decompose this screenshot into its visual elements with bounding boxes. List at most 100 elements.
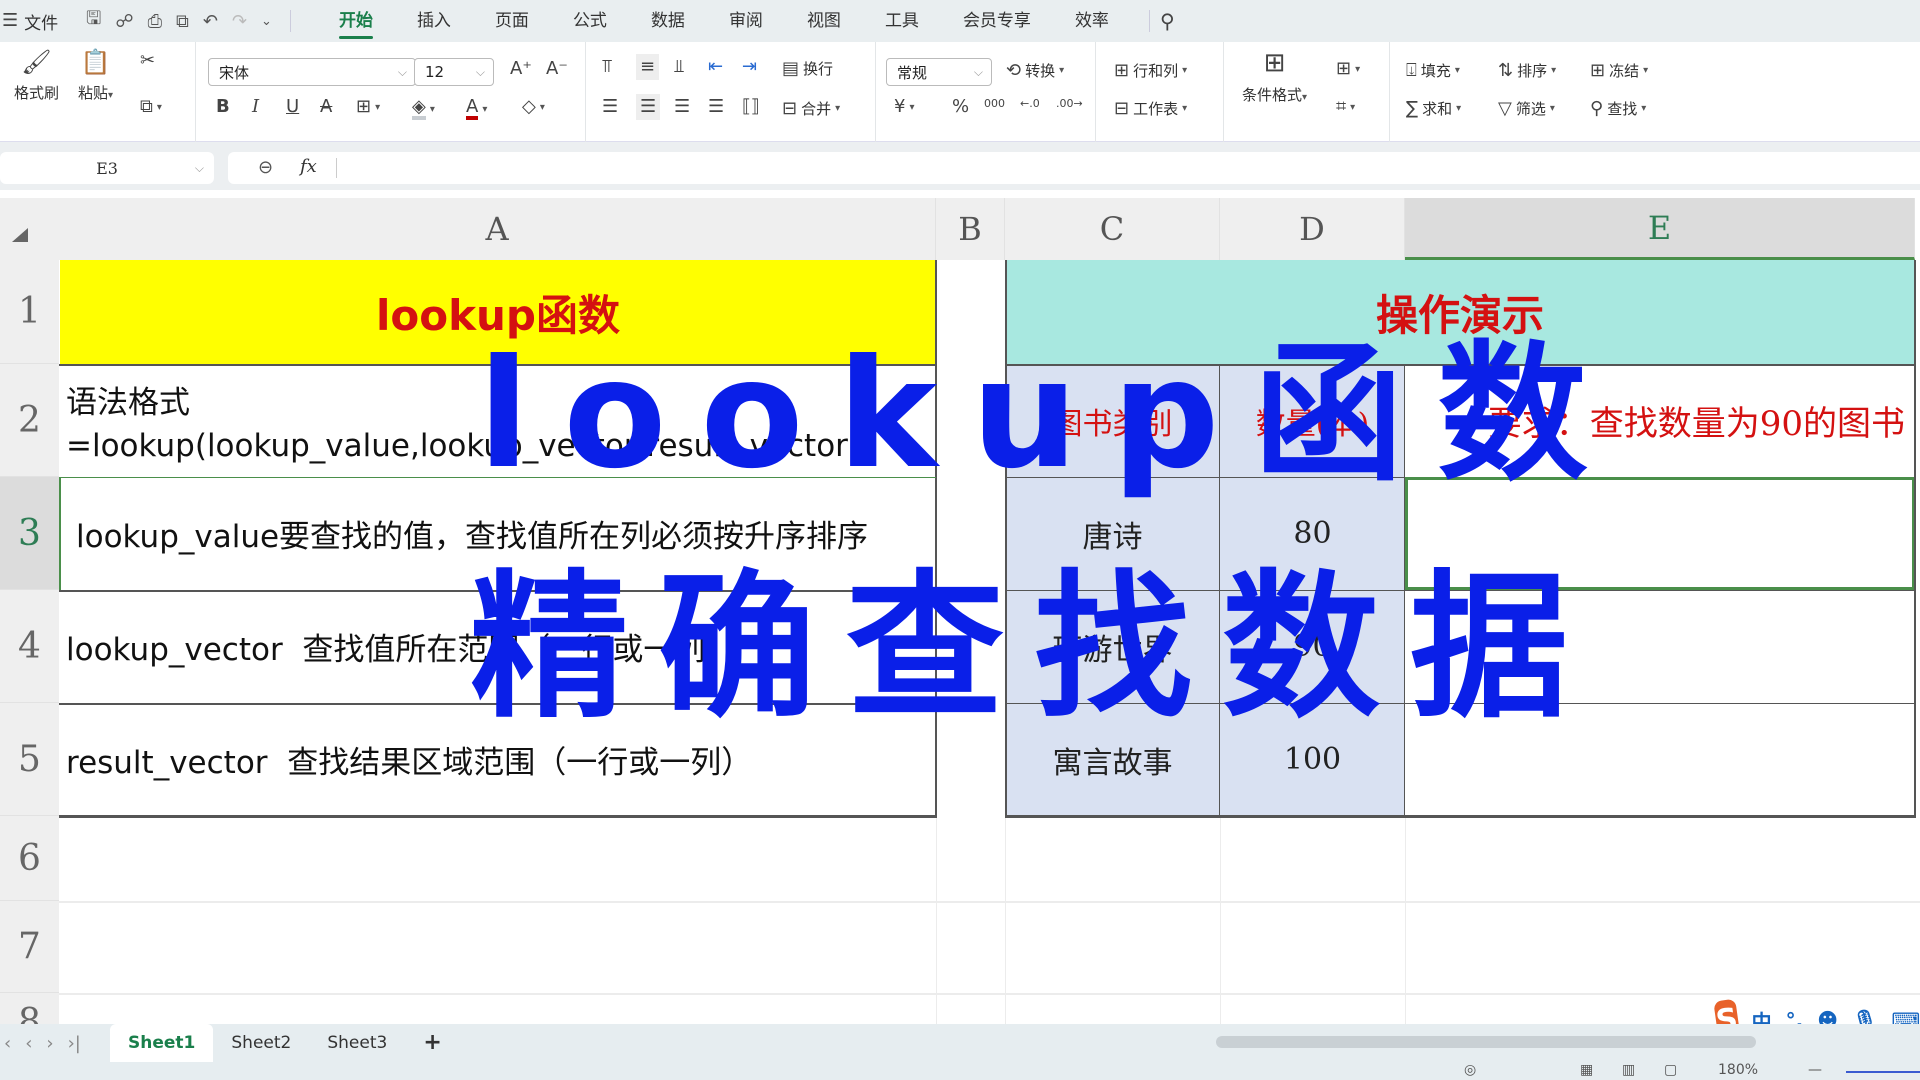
print-preview-icon[interactable]: ⧉	[176, 11, 189, 32]
conditional-format-button[interactable]: ⊞ 条件格式▾	[1242, 50, 1307, 105]
sheet-tab-sheet1[interactable]: Sheet1	[110, 1024, 214, 1062]
cell-c4[interactable]: 环游世界	[1005, 590, 1220, 703]
zoom-level[interactable]: 180%	[1718, 1062, 1758, 1078]
tab-tools[interactable]: 工具	[863, 0, 941, 42]
cell-style-button[interactable]: ⊞ ▾	[1336, 60, 1360, 78]
next-sheet-icon[interactable]: ›	[46, 1033, 53, 1054]
row-header-2[interactable]: 2	[0, 364, 59, 477]
font-name-select[interactable]: 宋体 ⌵	[208, 58, 416, 86]
tab-data[interactable]: 数据	[629, 0, 707, 42]
align-top-button[interactable]: ⫪	[602, 58, 612, 76]
decrease-font-button[interactable]: A⁻	[546, 60, 568, 78]
print-icon[interactable]: ⎙	[148, 11, 162, 32]
tab-home[interactable]: 开始	[317, 0, 395, 42]
row-header-4[interactable]: 4	[0, 590, 59, 703]
sheet-tab-sheet3[interactable]: Sheet3	[309, 1024, 405, 1062]
font-size-select[interactable]: 12 ⌵	[414, 58, 494, 86]
view-mode-page-icon[interactable]: ▥	[1622, 1062, 1635, 1078]
sheet-tab-sheet2[interactable]: Sheet2	[213, 1024, 309, 1062]
zoom-out-button[interactable]: —	[1808, 1062, 1822, 1078]
link-icon[interactable]: ☍	[115, 11, 133, 32]
italic-button[interactable]: I	[252, 98, 259, 116]
percent-button[interactable]: %	[952, 98, 969, 116]
cell-e3[interactable]	[1405, 477, 1915, 590]
increase-font-button[interactable]: A⁺	[510, 60, 532, 78]
cell-c3[interactable]: 唐诗	[1005, 477, 1220, 590]
horizontal-scrollbar[interactable]	[1216, 1036, 1756, 1048]
column-header-c[interactable]: C	[1005, 198, 1220, 260]
undo-icon[interactable]: ↶	[203, 11, 218, 32]
fill-color-button[interactable]: ◈ ▾	[412, 98, 435, 120]
cell-a3[interactable]: lookup_value要查找的值，查找值所在列必须按升序排序	[60, 477, 936, 590]
format-painter-button[interactable]: 🖌 格式刷	[14, 50, 59, 103]
file-menu[interactable]: ☰ 文件	[0, 9, 60, 34]
cell-d5[interactable]: 100	[1220, 703, 1405, 816]
formula-input[interactable]: ⊖ fx	[228, 152, 1920, 184]
redo-icon[interactable]: ↷	[232, 11, 247, 32]
tab-member[interactable]: 会员专享	[941, 0, 1053, 42]
cell-a1[interactable]: lookup函数	[60, 260, 936, 364]
strikethrough-button[interactable]: A	[320, 98, 332, 116]
cell-d2[interactable]: 数量(本)	[1220, 364, 1405, 477]
row-header-6[interactable]: 6	[0, 816, 59, 901]
increase-indent-button[interactable]: ⇥	[742, 58, 757, 76]
row-header-3[interactable]: 3	[0, 477, 59, 590]
cell-a5[interactable]: result_vector 查找结果区域范围（一行或一列）	[60, 703, 936, 816]
paste-button[interactable]: 📋 粘贴▾	[78, 50, 113, 103]
cell-d3[interactable]: 80	[1220, 477, 1405, 590]
sum-button[interactable]: ∑ 求和 ▾	[1406, 98, 1461, 119]
cell-c5[interactable]: 寓言故事	[1005, 703, 1220, 816]
tab-view[interactable]: 视图	[785, 0, 863, 42]
last-sheet-icon[interactable]: ›|	[68, 1033, 81, 1054]
rows-cols-button[interactable]: ⊞ 行和列 ▾	[1114, 60, 1187, 81]
row-header-1[interactable]: 1	[0, 260, 59, 364]
zoom-formula-icon[interactable]: ⊖	[258, 157, 273, 178]
clear-format-button[interactable]: ◇ ▾	[522, 98, 545, 116]
cell-d4[interactable]: 90	[1220, 590, 1405, 703]
row-header-5[interactable]: 5	[0, 703, 59, 816]
zoom-slider[interactable]	[1846, 1071, 1920, 1073]
cell-c2[interactable]: 图书类别	[1005, 364, 1220, 477]
worksheet-button[interactable]: ⊟ 工作表 ▾	[1114, 98, 1187, 119]
tab-insert[interactable]: 插入	[395, 0, 473, 42]
view-mode-reading-icon[interactable]: ▢	[1664, 1062, 1677, 1078]
convert-button[interactable]: ⟲ 转换 ▾	[1006, 60, 1064, 81]
first-sheet-icon[interactable]: ‹	[4, 1033, 11, 1054]
currency-button[interactable]: ¥ ▾	[894, 98, 914, 116]
font-color-button[interactable]: A ▾	[466, 98, 487, 120]
chevron-down-icon[interactable]: ⌵	[195, 161, 204, 176]
search-icon[interactable]: ⚲	[1160, 11, 1175, 31]
save-icon[interactable]: 🖫	[86, 6, 101, 36]
borders-button[interactable]: ⊞ ▾	[356, 98, 380, 116]
merge-button[interactable]: ⊟ 合并 ▾	[782, 98, 840, 119]
number-format-select[interactable]: 常规 ⌵	[886, 58, 992, 86]
wrap-text-button[interactable]: ▤ 换行	[782, 58, 833, 79]
justify-button[interactable]: ☰	[708, 98, 724, 116]
decrease-decimal-button[interactable]: .00→	[1056, 98, 1083, 109]
cell-a2[interactable]: 语法格式 =lookup(lookup_value,lookup_vector,…	[60, 364, 936, 477]
more-icon[interactable]: ⌄	[261, 14, 272, 29]
bold-button[interactable]: B	[216, 98, 230, 116]
cut-button[interactable]: ✂	[140, 52, 155, 70]
column-header-e[interactable]: E	[1405, 198, 1915, 260]
align-middle-button[interactable]: ≡	[636, 54, 660, 80]
tab-review[interactable]: 审阅	[707, 0, 785, 42]
tab-page[interactable]: 页面	[473, 0, 551, 42]
prev-sheet-icon[interactable]: ‹	[25, 1033, 32, 1054]
border-style-button[interactable]: ⌗ ▾	[1336, 98, 1355, 116]
distribute-button[interactable]: ⟦⟧	[742, 98, 760, 116]
column-header-a[interactable]: A	[59, 198, 936, 260]
find-button[interactable]: ⚲ 查找 ▾	[1590, 98, 1646, 119]
align-left-button[interactable]: ☰	[602, 98, 618, 116]
view-mode-normal-icon[interactable]: ▦	[1580, 1062, 1593, 1078]
sort-button[interactable]: ⇅ 排序 ▾	[1498, 60, 1556, 81]
name-box[interactable]: E3 ⌵	[0, 152, 214, 184]
column-header-d[interactable]: D	[1220, 198, 1405, 260]
tab-formula[interactable]: 公式	[551, 0, 629, 42]
add-sheet-button[interactable]: +	[405, 1024, 459, 1062]
cell-e2[interactable]: 要求：查找数量为90的图书	[1405, 364, 1915, 477]
increase-decimal-button[interactable]: ←.0	[1020, 98, 1040, 109]
freeze-button[interactable]: ⊞ 冻结 ▾	[1590, 60, 1648, 81]
select-all-button[interactable]	[0, 198, 59, 260]
protect-view-icon[interactable]: ◎	[1464, 1062, 1476, 1078]
